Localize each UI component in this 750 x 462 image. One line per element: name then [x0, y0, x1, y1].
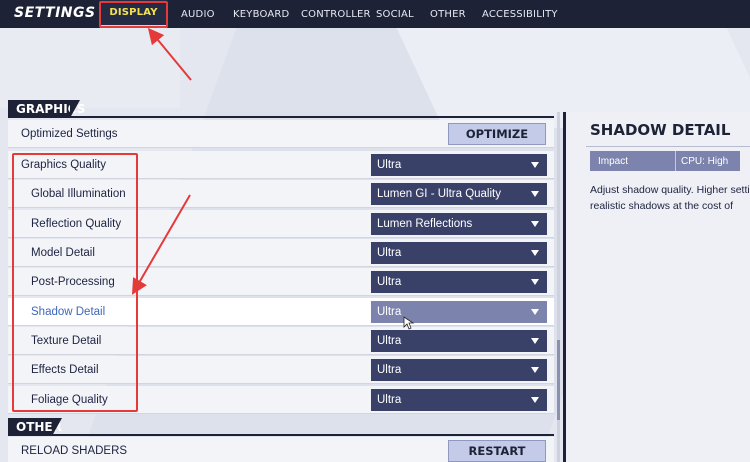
row-label: RELOAD SHADERS — [21, 444, 128, 457]
optimized-settings-row: Optimized Settings OPTIMIZE — [8, 120, 554, 148]
dropdown-value: Ultra — [377, 394, 402, 406]
shadow-detail-dropdown[interactable]: Ultra — [371, 301, 547, 323]
dropdown-value: Ultra — [377, 247, 402, 259]
tab-audio[interactable]: AUDIO — [181, 0, 215, 28]
detail-panel: SHADOW DETAIL Impact CPU: High Adjust sh… — [563, 112, 750, 462]
caret-down-icon — [531, 162, 539, 168]
impact-bar: Impact CPU: High — [590, 151, 740, 171]
foliage-quality-dropdown[interactable]: Ultra — [371, 389, 547, 411]
annotation-box-settings — [12, 153, 138, 412]
post-processing-dropdown[interactable]: Ultra — [371, 271, 547, 293]
optimize-button[interactable]: OPTIMIZE — [448, 123, 546, 145]
graphics-quality-dropdown[interactable]: Ultra — [371, 154, 547, 176]
row-label: Optimized Settings — [21, 127, 118, 140]
effects-detail-dropdown[interactable]: Ultra — [371, 359, 547, 381]
detail-divider — [586, 146, 750, 147]
dropdown-value: Lumen GI - Ultra Quality — [377, 188, 501, 200]
tab-other[interactable]: OTHER — [430, 0, 466, 28]
caret-down-icon — [531, 397, 539, 403]
section-divider — [8, 434, 554, 436]
tab-controller[interactable]: CONTROLLER — [301, 0, 371, 28]
reflection-quality-dropdown[interactable]: Lumen Reflections — [371, 213, 547, 235]
annotation-box-tab — [99, 1, 168, 28]
caret-down-icon — [531, 221, 539, 227]
global-illumination-dropdown[interactable]: Lumen GI - Ultra Quality — [371, 183, 547, 205]
dropdown-value: Ultra — [377, 364, 402, 376]
detail-description: Adjust shadow quality. Higher settings r… — [590, 182, 750, 214]
dropdown-value: Ultra — [377, 306, 402, 318]
dropdown-value: Ultra — [377, 335, 402, 347]
dropdown-value: Ultra — [377, 159, 402, 171]
caret-down-icon — [531, 250, 539, 256]
caret-down-icon — [531, 279, 539, 285]
caret-down-icon — [531, 367, 539, 373]
description-line: Adjust shadow quality. Higher settings — [590, 184, 750, 196]
tab-accessibility[interactable]: ACCESSIBILITY — [482, 0, 558, 28]
scrollbar-thumb[interactable] — [557, 340, 560, 420]
detail-title: SHADOW DETAIL — [590, 121, 731, 139]
description-line: realistic shadows at the cost of — [590, 200, 733, 212]
page-title: SETTINGS — [14, 5, 96, 21]
dropdown-value: Ultra — [377, 276, 402, 288]
texture-detail-dropdown[interactable]: Ultra — [371, 330, 547, 352]
restart-button[interactable]: RESTART — [448, 440, 546, 462]
section-divider — [8, 116, 554, 118]
background-shape — [0, 28, 180, 108]
dropdown-value: Lumen Reflections — [377, 218, 473, 230]
impact-value: CPU: High — [675, 151, 728, 171]
reload-shaders-row: RELOAD SHADERS RESTART — [8, 437, 554, 462]
caret-down-icon — [531, 191, 539, 197]
model-detail-dropdown[interactable]: Ultra — [371, 242, 547, 264]
tab-social[interactable]: SOCIAL — [376, 0, 414, 28]
impact-label: Impact — [598, 155, 629, 167]
tab-keyboard[interactable]: KEYBOARD — [233, 0, 289, 28]
caret-down-icon — [531, 338, 539, 344]
caret-down-icon — [531, 309, 539, 315]
